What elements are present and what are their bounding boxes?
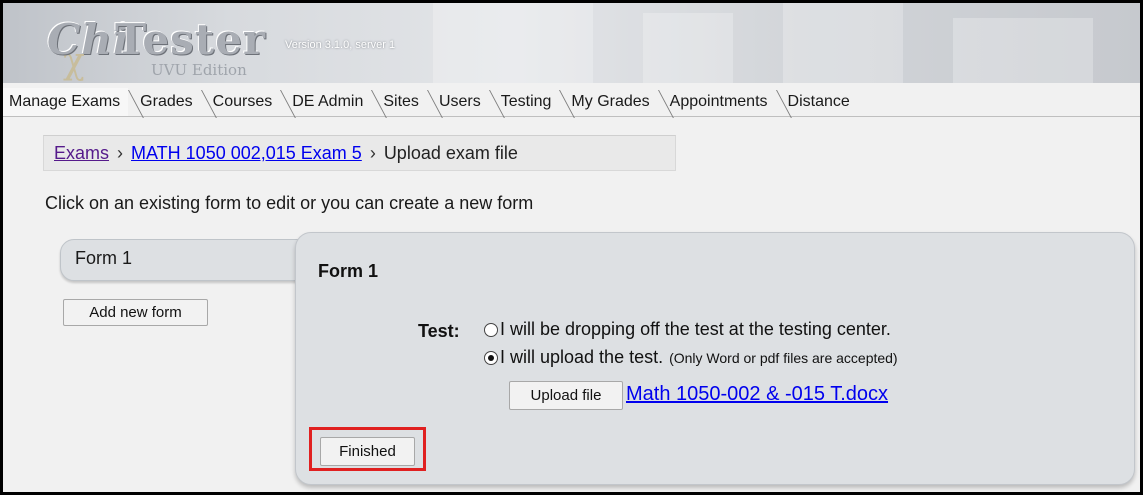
logo-tester: Tester bbox=[115, 15, 267, 64]
test-label: Test: bbox=[418, 321, 460, 341]
tab-appointments[interactable]: Appointments bbox=[658, 88, 776, 116]
tab-de-admin[interactable]: DE Admin bbox=[280, 88, 371, 116]
option-dropoff-row: I will be dropping off the test at the t… bbox=[484, 319, 891, 340]
app-window: χ Chi Tester Version 3.1.0, server 1 UVU… bbox=[3, 3, 1140, 492]
option-upload-label: I will upload the test. bbox=[500, 347, 664, 367]
tab-sites[interactable]: Sites bbox=[371, 88, 427, 116]
breadcrumb-link-exams[interactable]: Exams bbox=[54, 143, 109, 163]
finished-button[interactable]: Finished bbox=[320, 437, 415, 466]
tab-testing[interactable]: Testing bbox=[489, 88, 560, 116]
panel-title: Form 1 bbox=[318, 261, 379, 281]
breadcrumb: Exams › MATH 1050 002,015 Exam 5 › Upload ex… bbox=[43, 135, 676, 171]
tab-distance[interactable]: Distance bbox=[776, 88, 858, 116]
option-upload-note: (Only Word or pdf files are accepted) bbox=[669, 349, 898, 366]
add-new-form-button[interactable]: Add new form bbox=[63, 299, 208, 326]
banner-decoration bbox=[643, 13, 733, 83]
edition-text: UVU Edition bbox=[151, 61, 247, 79]
breadcrumb-link-exam[interactable]: MATH 1050 002,015 Exam 5 bbox=[131, 143, 362, 163]
main-tabs: Manage Exams Grades Courses DE Admin Sit… bbox=[3, 85, 1140, 117]
option-dropoff-label: I will be dropping off the test at the t… bbox=[500, 319, 891, 339]
tab-courses[interactable]: Courses bbox=[201, 88, 281, 116]
breadcrumb-separator: › bbox=[117, 143, 124, 163]
breadcrumb-current: Upload exam file bbox=[383, 143, 518, 163]
banner-decoration bbox=[953, 18, 1093, 83]
instructions-text: Click on an existing form to edit or you… bbox=[45, 193, 534, 213]
radio-upload[interactable] bbox=[484, 350, 498, 365]
tab-manage-exams[interactable]: Manage Exams bbox=[3, 88, 129, 116]
breadcrumb-separator: › bbox=[369, 143, 376, 163]
tab-users[interactable]: Users bbox=[427, 88, 489, 116]
banner-decoration bbox=[783, 3, 903, 83]
header-banner: χ Chi Tester Version 3.1.0, server 1 UVU… bbox=[3, 3, 1140, 83]
uploaded-file-link[interactable]: Math 1050-002 & -015 T.docx bbox=[626, 383, 888, 406]
version-text: Version 3.1.0, server 1 bbox=[285, 39, 396, 51]
banner-decoration bbox=[433, 3, 593, 83]
radio-dropoff[interactable] bbox=[484, 322, 498, 337]
option-upload-row: I will upload the test. (Only Word or pd… bbox=[484, 347, 898, 368]
form-editor-panel: Form 1 Test: I will be dropping off the … bbox=[295, 232, 1135, 485]
form-tab-form-1[interactable]: Form 1 bbox=[60, 239, 310, 281]
tab-my-grades[interactable]: My Grades bbox=[559, 88, 657, 116]
upload-file-button[interactable]: Upload file bbox=[509, 381, 623, 410]
tab-grades[interactable]: Grades bbox=[128, 88, 200, 116]
